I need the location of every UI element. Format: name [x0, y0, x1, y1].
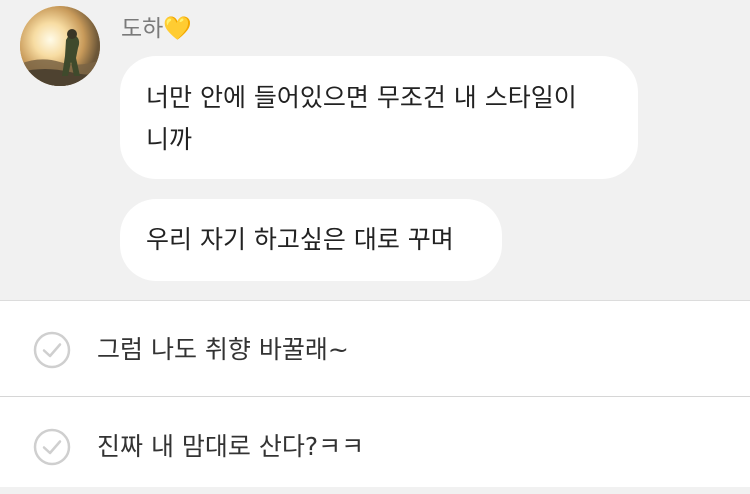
reply-option-label: 그럼 나도 취향 바꿀래~	[97, 335, 349, 364]
message-bubble: 우리 자기 하고싶은 대로 꾸며	[120, 199, 502, 281]
check-circle-icon	[33, 331, 71, 369]
message-bubble: 너만 안에 들어있으면 무조건 내 스타일이 니까	[120, 56, 638, 179]
check-circle-icon	[33, 428, 71, 466]
reply-option[interactable]: 진짜 내 맘대로 산다?ㅋㅋ	[0, 398, 750, 494]
chat-area: 도하💛 너만 안에 들어있으면 무조건 내 스타일이 니까 우리 자기 하고싶은…	[0, 0, 750, 300]
message-text-line: 너만 안에 들어있으면 무조건 내 스타일이	[146, 83, 577, 112]
message-text-line: 니까	[146, 125, 193, 154]
avatar-photo-icon	[20, 6, 100, 86]
reply-options-panel: 그럼 나도 취향 바꿀래~ 진짜 내 맘대로 산다?ㅋㅋ	[0, 300, 750, 487]
reply-option-label: 진짜 내 맘대로 산다?ㅋㅋ	[97, 432, 365, 461]
reply-option[interactable]: 그럼 나도 취향 바꿀래~	[0, 301, 750, 397]
sender-name: 도하💛	[121, 16, 192, 42]
sender-avatar[interactable]	[20, 6, 100, 86]
message-text-line: 우리 자기 하고싶은 대로 꾸며	[146, 225, 454, 254]
